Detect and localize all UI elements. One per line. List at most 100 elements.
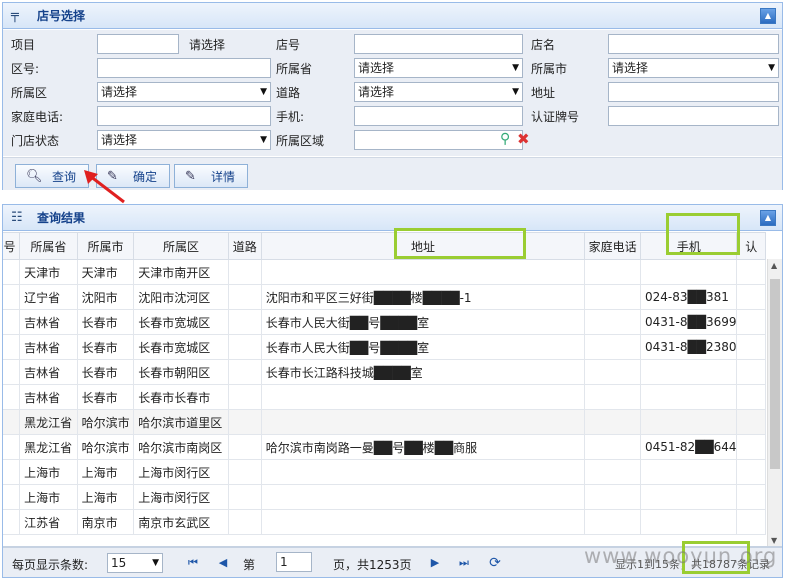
clear-icon[interactable]: ✖ <box>517 130 530 148</box>
table-cell: 辽宁省 <box>19 284 78 310</box>
col-district[interactable]: 所属区 <box>133 232 229 260</box>
prev-page-icon[interactable]: ◀ <box>213 554 233 572</box>
table-cell <box>227 509 262 535</box>
col-city[interactable]: 所属市 <box>76 232 135 260</box>
table-cell <box>227 434 262 460</box>
table-cell: 哈尔滨市 <box>76 409 135 435</box>
table-cell: 长春市 <box>76 384 135 410</box>
table-cell <box>584 459 641 485</box>
table-row[interactable]: 吉林省 长春市 长春市宽城区 长春市人民大街██号████室 0431-8██3699 <box>3 309 766 335</box>
table-row[interactable]: 天津市 天津市 天津市南开区 <box>3 259 766 285</box>
table-row[interactable]: 辽宁省 沈阳市 沈阳市沈河区 沈阳市和平区三好街████楼████-1 024-83██… <box>3 284 766 310</box>
table-cell <box>227 334 262 360</box>
next-page-icon[interactable]: ▶ <box>425 554 445 572</box>
table-cell: 上海市闵行区 <box>133 459 229 485</box>
table-cell: 吉林省 <box>19 309 78 335</box>
district-select[interactable]: 请选择 ▼ <box>97 82 271 102</box>
table-cell <box>3 434 21 460</box>
table-cell: 长春市 <box>76 359 135 385</box>
table-cell <box>736 384 766 410</box>
detail-button-label: 详情 <box>211 169 236 184</box>
table-row[interactable]: 吉林省 长春市 长春市朝阳区 长春市长江路科技城████室 <box>3 359 766 385</box>
watermark: www.wooyun.org <box>584 544 778 568</box>
table-cell <box>639 259 738 285</box>
store-name-input[interactable] <box>608 34 779 54</box>
col-cert[interactable]: 认 <box>736 232 766 260</box>
col-home-phone[interactable]: 家庭电话 <box>584 232 641 260</box>
province-select[interactable]: 请选择 ▼ <box>354 58 523 78</box>
detail-button[interactable]: ✎ 详情 <box>174 164 248 188</box>
table-row[interactable]: 江苏省 南京市 南京市玄武区 <box>3 509 766 535</box>
vertical-scroll-thumb[interactable] <box>770 279 780 469</box>
table-header-row: 区号 所属省 所属市 所属区 道路 地址 家庭电话 手机 认 <box>3 232 766 260</box>
project-input[interactable] <box>97 34 179 54</box>
table-cell <box>260 459 586 485</box>
page-size-select[interactable]: 15 ▼ <box>107 553 163 573</box>
query-button[interactable]: 🔍︎ 查询 <box>15 164 89 188</box>
table-cell <box>260 509 586 535</box>
table-cell: 吉林省 <box>19 359 78 385</box>
table-cell: 长春市人民大街██号████室 <box>260 334 586 360</box>
col-road[interactable]: 道路 <box>227 232 262 260</box>
table-cell <box>227 259 262 285</box>
area-code-input[interactable] <box>97 58 271 78</box>
address-input[interactable] <box>608 82 779 102</box>
collapse-results-button[interactable]: ▲ <box>760 210 776 226</box>
road-select[interactable]: 请选择 ▼ <box>354 82 523 102</box>
table-cell <box>227 459 262 485</box>
col-province[interactable]: 所属省 <box>19 232 78 260</box>
highlight-address <box>394 228 526 259</box>
table-cell <box>584 409 641 435</box>
area-code-label: 区号: <box>11 62 40 76</box>
scroll-up-icon[interactable]: ▲ <box>771 261 777 270</box>
search-form: 项目 请选择 店号 店名 区号: 所属省 请选择 ▼ 所属市 请选择 ▼ 所属区 <box>3 30 782 156</box>
table-cell: 上海市 <box>76 459 135 485</box>
last-page-icon[interactable]: ⏭ <box>454 554 474 572</box>
project-select-link[interactable]: 请选择 <box>189 36 225 53</box>
query-button-label: 查询 <box>52 169 77 184</box>
table-cell: 长春市长春市 <box>133 384 229 410</box>
table-row[interactable]: 黑龙江省 哈尔滨市 哈尔滨市道里区 <box>3 409 766 435</box>
home-phone-label: 家庭电话: <box>11 110 64 124</box>
page-number-input[interactable]: 1 <box>276 552 312 572</box>
table-cell <box>736 434 766 460</box>
store-no-input[interactable] <box>354 34 523 54</box>
region-input[interactable] <box>354 130 523 150</box>
page-size-value: 15 <box>111 556 127 570</box>
table-cell: 0451-82██644 <box>639 434 738 460</box>
mobile-input[interactable] <box>354 106 523 126</box>
table-cell <box>3 384 21 410</box>
table-cell <box>260 259 586 285</box>
table-cell <box>584 384 641 410</box>
province-select-value: 请选择 <box>358 61 395 75</box>
page-size-label: 每页显示条数: <box>12 558 89 572</box>
col-area-code[interactable]: 区号 <box>3 232 21 260</box>
table-cell <box>260 409 586 435</box>
home-phone-input[interactable] <box>97 106 271 126</box>
table-row[interactable]: 吉林省 长春市 长春市长春市 <box>3 384 766 410</box>
table-cell: 0431-8██2380 <box>639 334 738 360</box>
table-cell <box>736 359 766 385</box>
table-cell <box>736 259 766 285</box>
city-select[interactable]: 请选择 ▼ <box>608 58 779 78</box>
search-icon[interactable]: ⚲ <box>500 131 510 147</box>
table-cell <box>260 484 586 510</box>
table-cell: 上海市 <box>76 484 135 510</box>
search-panel: ╤ 店号选择 ▲ 项目 请选择 店号 店名 区号: 所属省 请选择 ▼ 所属市 … <box>2 2 783 190</box>
collapse-search-button[interactable]: ▲ <box>760 8 776 24</box>
table-cell: 黑龙江省 <box>19 434 78 460</box>
refresh-icon[interactable]: ⟳ <box>485 554 505 572</box>
table-cell: 长春市长江路科技城████室 <box>260 359 586 385</box>
filter-icon: ╤ <box>11 7 19 23</box>
table-row[interactable]: 上海市 上海市 上海市闵行区 <box>3 484 766 510</box>
table-row[interactable]: 上海市 上海市 上海市闵行区 <box>3 459 766 485</box>
table-row[interactable]: 吉林省 长春市 长春市宽城区 长春市人民大街██号████室 0431-8██2380 <box>3 334 766 360</box>
table-cell <box>639 484 738 510</box>
cert-no-input[interactable] <box>608 106 779 126</box>
table-row[interactable]: 黑龙江省 哈尔滨市 哈尔滨市南岗区 哈尔滨市南岗路一曼██号██楼██商服 0451-8… <box>3 434 766 460</box>
first-page-icon[interactable]: ⏮ <box>183 554 203 572</box>
table-cell: 南京市玄武区 <box>133 509 229 535</box>
vertical-scrollbar[interactable]: ▲ ▼ <box>767 259 782 547</box>
table-cell: 南京市 <box>76 509 135 535</box>
store-status-select[interactable]: 请选择 ▼ <box>97 130 271 150</box>
